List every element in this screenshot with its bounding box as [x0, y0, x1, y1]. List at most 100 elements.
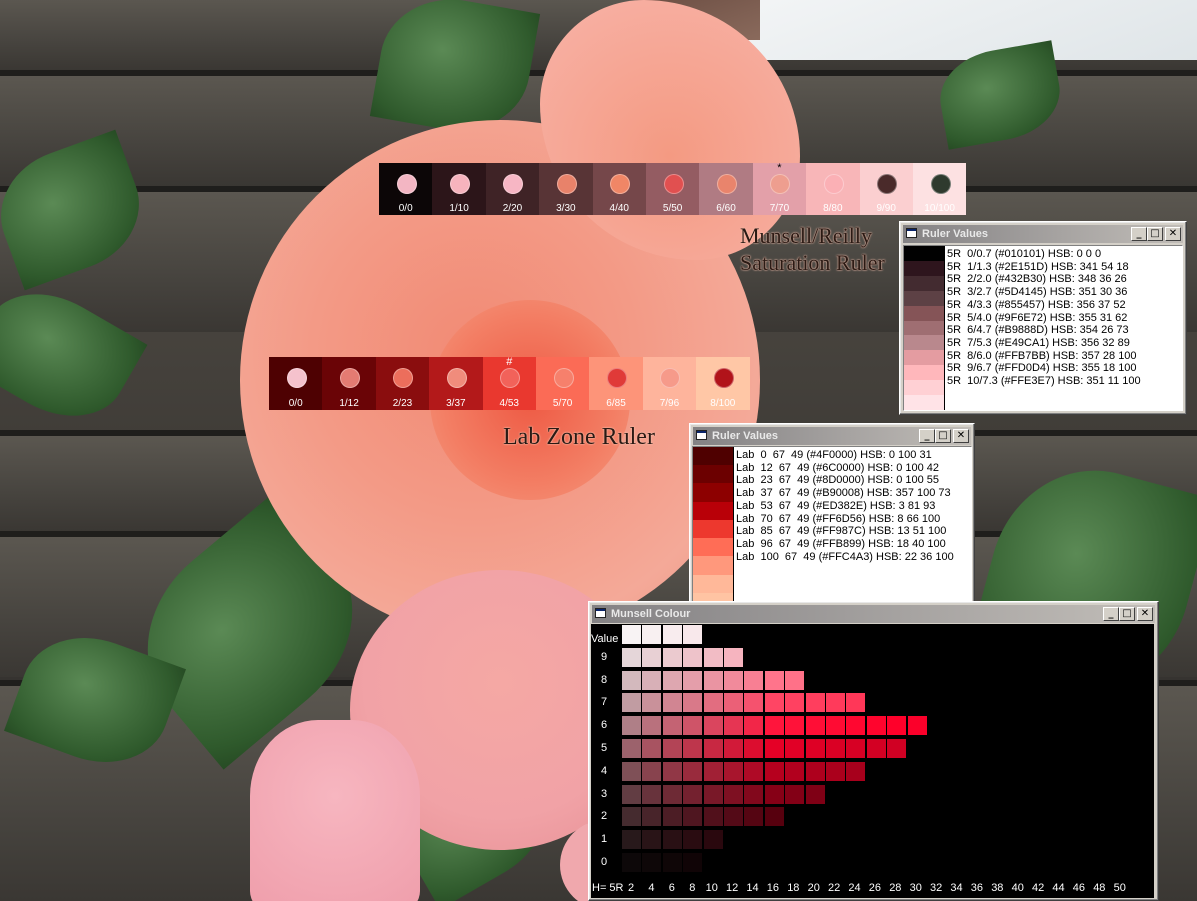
- munsell-chip[interactable]: [846, 739, 866, 758]
- munsell-chip[interactable]: [764, 716, 784, 736]
- munsell-chip[interactable]: [805, 739, 825, 758]
- munsell-colour-window[interactable]: Munsell Colour _ □ ✕ Value H= 5R 9 8 7 6 5 4 3…: [588, 601, 1159, 901]
- minimize-button[interactable]: _: [1103, 607, 1119, 621]
- munsell-chip[interactable]: [846, 693, 866, 713]
- munsell-chip[interactable]: [662, 647, 682, 667]
- munsell-chip[interactable]: [703, 784, 723, 804]
- munsell-chip[interactable]: [642, 830, 662, 850]
- munsell-chip[interactable]: [642, 647, 662, 667]
- munsell-chip[interactable]: [724, 716, 743, 736]
- ruler-value-row[interactable]: 5R 7/5.3 (#E49CA1) HSB: 356 32 89: [947, 337, 1141, 350]
- munsell-chip[interactable]: [744, 784, 764, 804]
- ruler-value-row[interactable]: Lab 70 67 49 (#FF6D56) HSB: 8 66 100: [736, 513, 954, 526]
- ruler-value-row[interactable]: 5R 5/4.0 (#9F6E72) HSB: 355 31 62: [947, 312, 1141, 325]
- munsell-chip[interactable]: [642, 739, 662, 758]
- munsell-chip[interactable]: [764, 784, 784, 804]
- munsell-chip[interactable]: [683, 807, 703, 827]
- munsell-chip[interactable]: [744, 693, 764, 713]
- munsell-chip[interactable]: [683, 761, 703, 781]
- munsell-chip[interactable]: [642, 784, 662, 804]
- munsell-chip[interactable]: [785, 784, 805, 804]
- munsell-chip[interactable]: [642, 693, 662, 713]
- munsell-chip[interactable]: [622, 784, 641, 804]
- munsell-chip[interactable]: [887, 739, 907, 758]
- munsell-chip[interactable]: [622, 716, 641, 736]
- window-title-bar[interactable]: Ruler Values _ □ ✕: [693, 427, 971, 445]
- munsell-chip[interactable]: [642, 807, 662, 827]
- minimize-button[interactable]: _: [919, 429, 935, 443]
- munsell-chip[interactable]: [703, 716, 723, 736]
- window-title-bar[interactable]: Ruler Values _ □ ✕: [903, 225, 1183, 243]
- munsell-chip[interactable]: [703, 647, 723, 667]
- munsell-chip[interactable]: [642, 716, 662, 736]
- munsell-chip[interactable]: [724, 807, 743, 827]
- ruler-value-row[interactable]: 5R 3/2.7 (#5D4145) HSB: 351 30 36: [947, 286, 1141, 299]
- munsell-chip[interactable]: [662, 807, 682, 827]
- munsell-chip[interactable]: [826, 739, 845, 758]
- munsell-chip[interactable]: [887, 716, 907, 736]
- munsell-chip[interactable]: [622, 761, 641, 781]
- munsell-chip[interactable]: [662, 716, 682, 736]
- munsell-chip[interactable]: [785, 761, 805, 781]
- munsell-chip[interactable]: [724, 647, 743, 667]
- munsell-chip[interactable]: [683, 625, 703, 644]
- munsell-chip[interactable]: [785, 693, 805, 713]
- munsell-chip[interactable]: [622, 853, 641, 872]
- munsell-chip[interactable]: [683, 716, 703, 736]
- munsell-chip[interactable]: [683, 739, 703, 758]
- munsell-chip[interactable]: [785, 670, 805, 690]
- munsell-chip[interactable]: [622, 625, 641, 644]
- munsell-chip[interactable]: [764, 807, 784, 827]
- ruler-value-row[interactable]: 5R 4/3.3 (#855457) HSB: 356 37 52: [947, 299, 1141, 312]
- munsell-chip[interactable]: [724, 739, 743, 758]
- munsell-chip[interactable]: [683, 853, 703, 872]
- munsell-chip[interactable]: [642, 625, 662, 644]
- munsell-chip[interactable]: [744, 807, 764, 827]
- munsell-chip[interactable]: [662, 853, 682, 872]
- munsell-chip[interactable]: [703, 739, 723, 758]
- munsell-chip[interactable]: [724, 693, 743, 713]
- window-title-bar[interactable]: Munsell Colour _ □ ✕: [592, 605, 1155, 623]
- close-button[interactable]: ✕: [1137, 607, 1153, 621]
- munsell-chip[interactable]: [703, 807, 723, 827]
- munsell-chip[interactable]: [622, 693, 641, 713]
- munsell-chip[interactable]: [764, 761, 784, 781]
- ruler-value-row[interactable]: Lab 100 67 49 (#FFC4A3) HSB: 22 36 100: [736, 551, 954, 564]
- munsell-chip[interactable]: [683, 784, 703, 804]
- ruler-value-row[interactable]: Lab 37 67 49 (#B90008) HSB: 357 100 73: [736, 487, 954, 500]
- munsell-chip[interactable]: [703, 830, 723, 850]
- munsell-chip[interactable]: [683, 830, 703, 850]
- munsell-chip[interactable]: [826, 761, 845, 781]
- close-button[interactable]: ✕: [953, 429, 969, 443]
- munsell-chip[interactable]: [805, 784, 825, 804]
- munsell-chip[interactable]: [846, 716, 866, 736]
- munsell-chart[interactable]: Value H= 5R 9 8 7 6 5 4 3 2 1 0 2 4 6 8 10 12 14 16 18 20 22…: [591, 624, 1154, 898]
- munsell-chip[interactable]: [662, 830, 682, 850]
- munsell-chip[interactable]: [764, 739, 784, 758]
- munsell-chip[interactable]: [622, 807, 641, 827]
- munsell-chip[interactable]: [866, 739, 886, 758]
- ruler-value-row[interactable]: Lab 53 67 49 (#ED382E) HSB: 3 81 93: [736, 500, 954, 513]
- munsell-chip[interactable]: [703, 670, 723, 690]
- ruler-value-row[interactable]: 5R 1/1.3 (#2E151D) HSB: 341 54 18: [947, 261, 1141, 274]
- ruler-values-window-munsell[interactable]: Ruler Values _ □ ✕ 5R 0/0.7 (#010101) HS…: [899, 221, 1187, 415]
- ruler-values-window-lab[interactable]: Ruler Values _ □ ✕ Lab 0 67 49 (#4F0000)…: [689, 423, 975, 616]
- munsell-chip[interactable]: [662, 784, 682, 804]
- munsell-chip[interactable]: [662, 693, 682, 713]
- munsell-chip[interactable]: [826, 716, 845, 736]
- ruler-value-row[interactable]: Lab 23 67 49 (#8D0000) HSB: 0 100 55: [736, 474, 954, 487]
- munsell-chip[interactable]: [866, 716, 886, 736]
- maximize-button[interactable]: □: [935, 429, 951, 443]
- ruler-value-row[interactable]: 5R 6/4.7 (#B9888D) HSB: 354 26 73: [947, 324, 1141, 337]
- munsell-chip[interactable]: [805, 716, 825, 736]
- ruler-value-row[interactable]: Lab 85 67 49 (#FF987C) HSB: 13 51 100: [736, 525, 954, 538]
- minimize-button[interactable]: _: [1131, 227, 1147, 241]
- munsell-chip[interactable]: [622, 739, 641, 758]
- munsell-chip[interactable]: [703, 693, 723, 713]
- ruler-value-row[interactable]: Lab 12 67 49 (#6C0000) HSB: 0 100 42: [736, 462, 954, 475]
- munsell-chip[interactable]: [622, 670, 641, 690]
- munsell-chip[interactable]: [724, 784, 743, 804]
- munsell-chip[interactable]: [785, 739, 805, 758]
- close-button[interactable]: ✕: [1165, 227, 1181, 241]
- munsell-chip[interactable]: [826, 693, 845, 713]
